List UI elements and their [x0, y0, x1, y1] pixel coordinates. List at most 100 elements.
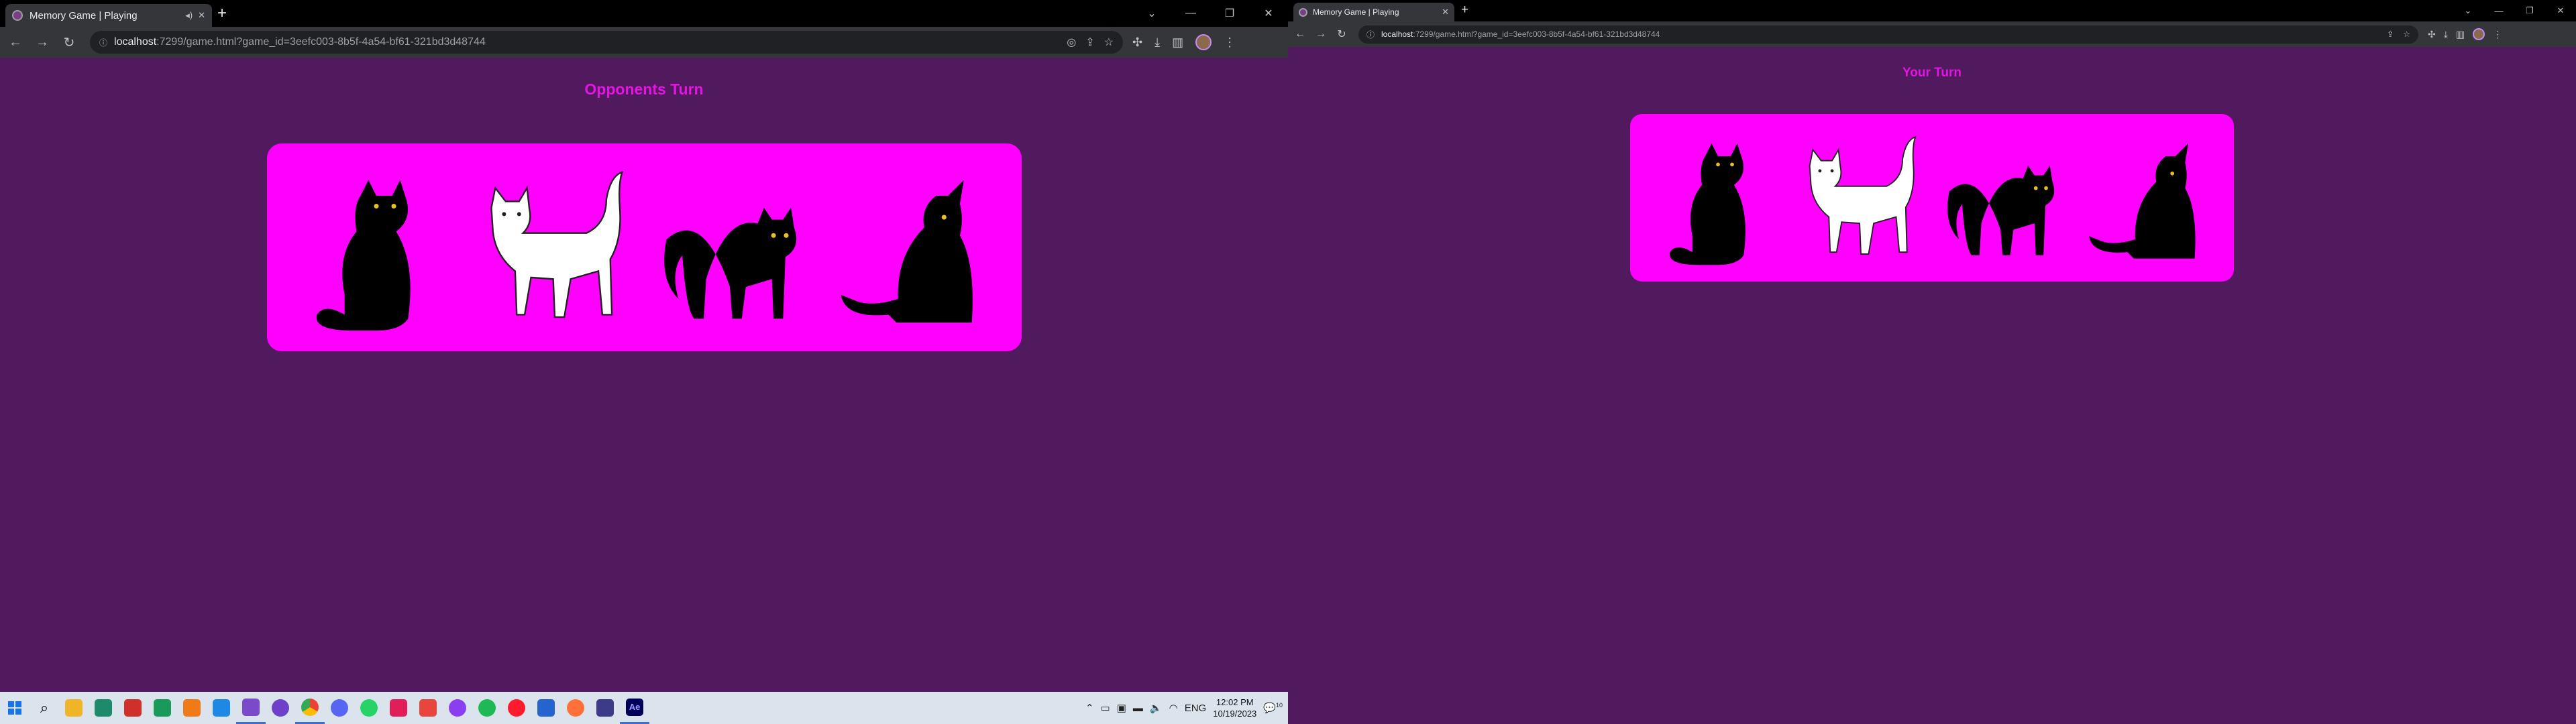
extension-area: ✣ ⤓ ▥ ⋮ [2428, 28, 2502, 40]
menu-icon[interactable]: ⋮ [2493, 29, 2502, 40]
battery-icon[interactable]: ▬ [1133, 703, 1143, 714]
browser-tab[interactable]: Memory Game | Playing ◂) ✕ [5, 4, 212, 27]
close-tab-icon[interactable]: ✕ [198, 10, 205, 21]
spotify-icon[interactable] [472, 692, 502, 724]
vscode-icon[interactable] [207, 692, 236, 724]
slack-icon[interactable] [384, 692, 413, 724]
notification-icon[interactable]: 💬10 [1263, 702, 1283, 714]
omnibox-actions: ◎ ⇪ ☆ [1067, 36, 1114, 49]
mute-icon[interactable]: ◂) [185, 10, 193, 21]
app-icon[interactable] [590, 692, 620, 724]
tray-app-icon[interactable]: ▣ [1117, 702, 1126, 714]
bookmark-star-icon[interactable]: ☆ [2403, 29, 2410, 39]
card-black-cat-sitting-back[interactable] [2080, 127, 2214, 268]
browser-window-right: Memory Game | Playing ✕ + ⌄ — ❐ ✕ ← → ↻ … [1288, 0, 2576, 724]
wifi-icon[interactable]: ◠ [1169, 702, 1178, 714]
windows-start-icon[interactable] [0, 692, 30, 724]
profile-avatar[interactable] [1195, 34, 1212, 50]
language-indicator[interactable]: ENG [1185, 703, 1207, 714]
game-page: Your Turn [1288, 47, 2576, 724]
minimize-button[interactable]: — [1171, 0, 1210, 27]
profile-avatar[interactable] [2473, 28, 2485, 40]
browser-toolbar: ← → ↻ ⓘ localhost :7299/game.html?game_i… [0, 27, 1288, 58]
tab-title: Memory Game | Playing [30, 9, 138, 21]
app-icon[interactable] [118, 692, 148, 724]
github-icon[interactable] [266, 692, 295, 724]
card-black-cat-sitting-back[interactable] [828, 160, 996, 335]
address-bar[interactable]: ⓘ localhost :7299/game.html?game_id=3eef… [1358, 25, 2418, 44]
reload-icon[interactable]: ↻ [58, 31, 80, 54]
discord-icon[interactable] [325, 692, 354, 724]
file-explorer-icon[interactable] [59, 692, 89, 724]
turn-indicator: Your Turn [1902, 66, 1962, 80]
info-icon[interactable]: ⓘ [1366, 29, 1375, 40]
date: 10/19/2023 [1213, 709, 1257, 719]
black-cat-sitting-icon [1669, 143, 1746, 265]
card-black-cat-arched[interactable] [650, 160, 818, 335]
opera-icon[interactable] [502, 692, 531, 724]
url-host: localhost [114, 36, 157, 48]
side-panel-icon[interactable]: ▥ [2456, 29, 2465, 40]
reload-icon[interactable]: ↻ [1333, 25, 1350, 43]
card-board [267, 143, 1022, 351]
black-cat-arched-icon [663, 207, 796, 319]
bookmark-star-icon[interactable]: ☆ [1104, 36, 1114, 49]
download-icon[interactable]: ⤓ [1155, 36, 1160, 50]
new-tab-button[interactable]: + [1461, 3, 1468, 17]
close-window-button[interactable]: ✕ [2545, 0, 2576, 21]
messenger-icon[interactable] [443, 692, 472, 724]
black-cat-arched-icon [1947, 166, 2054, 255]
card-white-cat-walking[interactable] [1794, 127, 1928, 268]
share-icon[interactable]: ⇪ [1085, 36, 1094, 49]
info-icon[interactable]: ⓘ [99, 37, 107, 48]
card-black-cat-sitting[interactable] [1651, 127, 1785, 268]
forward-icon[interactable]: → [31, 31, 54, 54]
url-host: localhost [1381, 29, 1413, 39]
download-icon[interactable]: ⤓ [2444, 29, 2448, 40]
forward-icon[interactable]: → [1312, 25, 1330, 43]
chevron-up-icon[interactable]: ⌃ [1085, 702, 1094, 714]
new-tab-button[interactable]: + [217, 4, 227, 23]
tray-app-icon[interactable]: ▭ [1101, 702, 1110, 714]
maximize-button[interactable]: ❐ [2514, 0, 2545, 21]
tab-title: Memory Game | Playing [1313, 7, 1399, 17]
tab-search-icon[interactable]: ⌄ [2453, 0, 2483, 21]
maximize-button[interactable]: ❐ [1210, 0, 1249, 27]
tab-search-icon[interactable]: ⌄ [1132, 0, 1171, 27]
google-lens-icon[interactable]: ◎ [1067, 36, 1076, 49]
app-icon[interactable] [89, 692, 118, 724]
back-icon[interactable]: ← [1291, 25, 1309, 43]
black-cat-sitting-back-icon [2088, 143, 2196, 259]
extensions-icon[interactable]: ✣ [1132, 36, 1142, 50]
back-icon[interactable]: ← [4, 31, 27, 54]
address-bar[interactable]: ⓘ localhost :7299/game.html?game_id=3eef… [90, 31, 1123, 54]
browser-window-left: Memory Game | Playing ◂) ✕ + ⌄ — ❐ ✕ ← →… [0, 0, 1288, 692]
minimize-button[interactable]: — [2483, 0, 2514, 21]
card-black-cat-sitting[interactable] [292, 160, 460, 335]
sublime-icon[interactable] [177, 692, 207, 724]
menu-icon[interactable]: ⋮ [1224, 36, 1236, 50]
side-panel-icon[interactable]: ▥ [1172, 36, 1183, 50]
close-tab-icon[interactable]: ✕ [1442, 7, 1449, 17]
chrome-icon[interactable] [295, 692, 325, 724]
share-icon[interactable]: ⇪ [2387, 29, 2394, 39]
visual-studio-icon[interactable] [236, 692, 266, 724]
window-controls: ⌄ — ❐ ✕ [2453, 0, 2576, 21]
clock[interactable]: 12:02 PM 10/19/2023 [1213, 697, 1256, 719]
whatsapp-icon[interactable] [354, 692, 384, 724]
search-icon[interactable]: ⌕ [30, 692, 59, 724]
app-icon[interactable] [413, 692, 443, 724]
volume-icon[interactable]: 🔈 [1150, 702, 1163, 714]
black-cat-sitting-icon [316, 180, 411, 331]
after-effects-icon[interactable]: Ae [620, 692, 649, 724]
extensions-icon[interactable]: ✣ [2428, 29, 2436, 40]
todo-icon[interactable] [531, 692, 561, 724]
favicon-icon [1299, 7, 1307, 17]
card-black-cat-arched[interactable] [1937, 127, 2071, 268]
close-window-button[interactable]: ✕ [1249, 0, 1288, 27]
pycharm-icon[interactable] [148, 692, 177, 724]
favicon-icon [12, 10, 23, 21]
firefox-icon[interactable] [561, 692, 590, 724]
browser-tab[interactable]: Memory Game | Playing ✕ [1293, 3, 1454, 21]
card-white-cat-walking[interactable] [471, 160, 639, 335]
